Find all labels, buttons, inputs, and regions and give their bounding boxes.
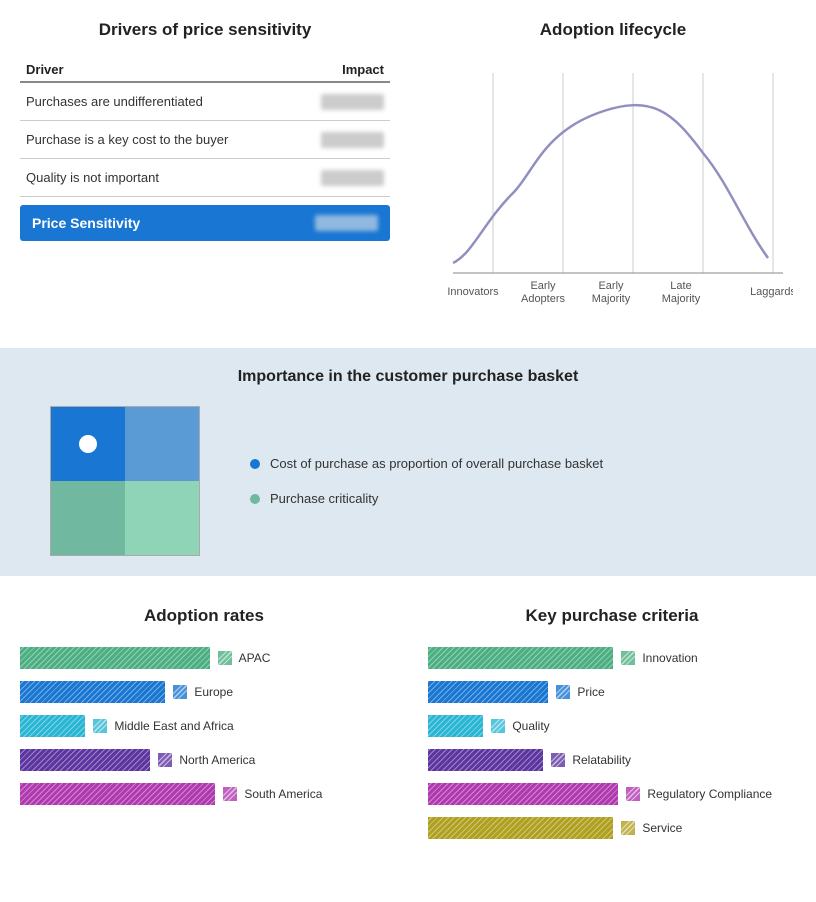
bar-label: APAC (218, 651, 270, 666)
adoption-bar-chart: APAC Europe Middle East and Africa (20, 644, 388, 808)
bar-legend-icon (93, 719, 107, 733)
bar-legend-icon (223, 787, 237, 801)
bar-legend-icon (491, 719, 505, 733)
bar-fill (428, 715, 483, 737)
svg-text:Majority: Majority (662, 293, 701, 305)
bar-label: Europe (173, 685, 233, 700)
list-item: Relatability (428, 746, 796, 774)
legend-label-1: Cost of purchase as proportion of overal… (270, 456, 603, 471)
table-row: Quality is not important Medium (20, 159, 390, 197)
bar-legend-icon (556, 685, 570, 699)
quadrant-tr (125, 407, 199, 481)
bar-label: Middle East and Africa (93, 719, 234, 734)
svg-text:Adopters: Adopters (521, 293, 566, 305)
bar-label: Service (621, 821, 682, 836)
driver-label: Quality is not important (20, 159, 294, 197)
lifecycle-chart: Innovators Early Adopters Early Majority… (433, 58, 793, 328)
table-row: Purchase is a key cost to the buyer Medi… (20, 121, 390, 159)
bar-label: Quality (491, 719, 550, 734)
bar-legend-icon (173, 685, 187, 699)
bar-fill (428, 783, 618, 805)
bar-fill (428, 817, 613, 839)
impact-col-header: Impact (294, 58, 390, 82)
price-sensitivity-badge: Medium (315, 215, 378, 231)
quadrant-bl (51, 481, 125, 555)
middle-section: Importance in the customer purchase bask… (0, 348, 816, 576)
svg-text:Late: Late (670, 280, 691, 292)
quadrant-dot (79, 435, 97, 453)
driver-label: Purchases are undifferentiated (20, 82, 294, 121)
svg-text:Early: Early (530, 280, 556, 292)
list-item: Innovation (428, 644, 796, 672)
bar-fill (428, 749, 543, 771)
bar-label: Innovation (621, 651, 698, 666)
svg-text:Majority: Majority (592, 293, 631, 305)
purchase-criteria-section: Key purchase criteria Innovation Price (408, 596, 816, 858)
list-item: Middle East and Africa (20, 712, 388, 740)
price-sensitivity-row[interactable]: Price Sensitivity Medium (20, 205, 390, 241)
driver-impact: Medium (294, 159, 390, 197)
bar-label: Price (556, 685, 605, 700)
list-item: Price (428, 678, 796, 706)
legend-label-2: Purchase criticality (270, 491, 378, 506)
list-item: South America (20, 780, 388, 808)
bar-fill (428, 647, 613, 669)
list-item: APAC (20, 644, 388, 672)
bar-fill (428, 681, 548, 703)
legend-dot-blue (250, 459, 260, 469)
price-sensitivity-label: Price Sensitivity (32, 215, 140, 231)
bar-fill (20, 681, 165, 703)
bar-fill (20, 749, 150, 771)
list-item: Quality (428, 712, 796, 740)
bar-label: South America (223, 787, 322, 802)
adoption-rates-title: Adoption rates (20, 606, 388, 626)
bar-fill (20, 715, 85, 737)
driver-label: Purchase is a key cost to the buyer (20, 121, 294, 159)
list-item: Service (428, 814, 796, 842)
svg-text:Innovators: Innovators (447, 286, 499, 298)
quadrant-tl (51, 407, 125, 481)
criteria-bar-chart: Innovation Price Quality (428, 644, 796, 842)
table-row: Purchases are undifferentiated Medium (20, 82, 390, 121)
bar-legend-icon (626, 787, 640, 801)
bar-legend-icon (551, 753, 565, 767)
bar-legend-icon (158, 753, 172, 767)
quadrant-br (125, 481, 199, 555)
list-item: North America (20, 746, 388, 774)
legend-item-1: Cost of purchase as proportion of overal… (250, 456, 603, 471)
legend-item-2: Purchase criticality (250, 491, 603, 506)
adoption-title: Adoption lifecycle (430, 20, 796, 40)
list-item: Regulatory Compliance (428, 780, 796, 808)
driver-table: Driver Impact Purchases are undifferenti… (20, 58, 390, 197)
adoption-rates-section: Adoption rates APAC Europe (0, 596, 408, 858)
bar-legend-icon (621, 821, 635, 835)
svg-text:Early: Early (598, 280, 624, 292)
bar-label: Relatability (551, 753, 631, 768)
list-item: Europe (20, 678, 388, 706)
bar-label: North America (158, 753, 255, 768)
bar-legend-icon (621, 651, 635, 665)
quadrant-chart (50, 406, 200, 556)
driver-impact: Medium (294, 121, 390, 159)
svg-text:Laggards: Laggards (750, 286, 793, 298)
middle-title: Importance in the customer purchase bask… (30, 368, 786, 386)
legend: Cost of purchase as proportion of overal… (250, 456, 603, 506)
bar-legend-icon (218, 651, 232, 665)
driver-col-header: Driver (20, 58, 294, 82)
bar-fill (20, 783, 215, 805)
legend-dot-green (250, 494, 260, 504)
driver-impact: Medium (294, 82, 390, 121)
purchase-criteria-title: Key purchase criteria (428, 606, 796, 626)
bar-label: Regulatory Compliance (626, 787, 772, 802)
drivers-title: Drivers of price sensitivity (20, 20, 390, 40)
bar-fill (20, 647, 210, 669)
